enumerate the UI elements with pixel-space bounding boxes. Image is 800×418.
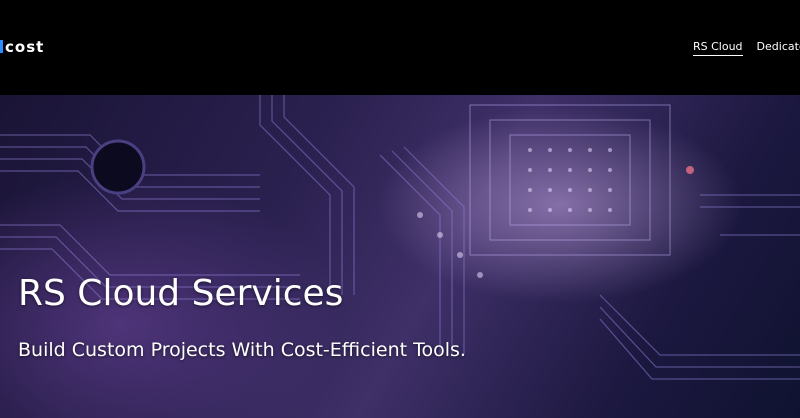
nav-item-rs-cloud[interactable]: RS Cloud [693,40,743,56]
main-nav: RS Cloud Dedicated [693,40,800,56]
nav-item-dedicated[interactable]: Dedicated [757,40,800,56]
hero-banner: RS Cloud Services Build Custom Projects … [0,95,800,418]
logo-mark-icon [0,40,3,53]
via-hole-icon [90,139,146,195]
hero-subtitle: Build Custom Projects With Cost-Efficien… [18,339,466,361]
circuit-board-background [0,95,800,380]
brand-logo[interactable]: cost [0,38,44,56]
logo-text: cost [5,38,45,56]
site-header: cost RS Cloud Dedicated [0,0,800,95]
hero-title: RS Cloud Services [18,273,344,314]
